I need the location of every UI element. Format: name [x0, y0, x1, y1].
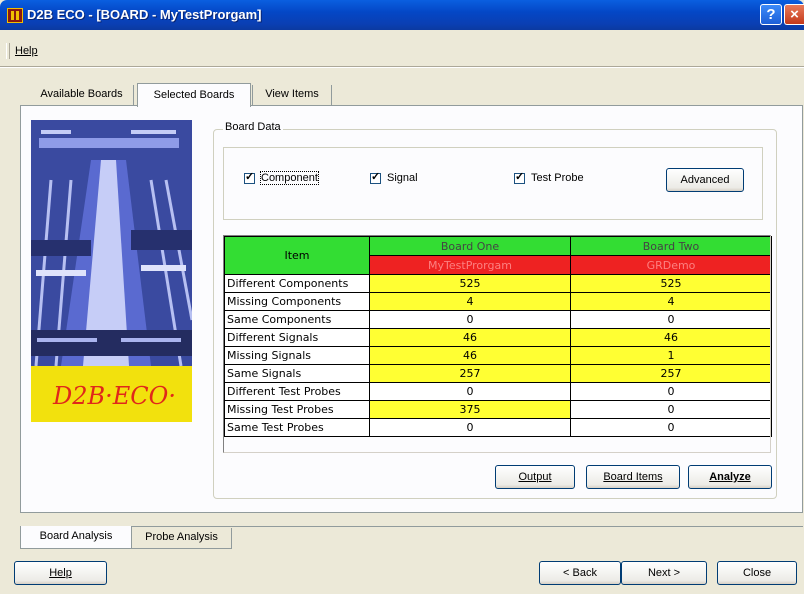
board-two-value: 0 [570, 310, 772, 329]
analyze-button[interactable]: Analyze [688, 465, 772, 489]
row-label: Missing Components [224, 292, 370, 311]
window-title: D2B ECO - [BOARD - MyTestProrgam] [27, 7, 262, 22]
item-header: Item [224, 236, 370, 275]
component-checkbox-label: Component [260, 171, 319, 185]
tab-view-items[interactable]: View Items [252, 85, 332, 105]
row-label: Same Components [224, 310, 370, 329]
board-one-name: MyTestProrgam [369, 255, 571, 275]
board-two-value: 1 [570, 346, 772, 365]
test-probe-checkbox[interactable]: Test Probe [514, 170, 584, 185]
menu-help[interactable]: Help [15, 45, 38, 57]
board-two-header: Board Two [570, 236, 772, 256]
next-button[interactable]: Next > [621, 561, 707, 585]
comparison-table: Item Board One Board Two MyTestProrgam G… [224, 236, 772, 437]
tab-selected-boards[interactable]: Selected Boards [137, 83, 251, 107]
help-button-label: Help [49, 567, 72, 579]
board-two-value: 4 [570, 292, 772, 311]
signal-checkbox-label: Signal [387, 172, 418, 184]
output-button-label: Output [518, 471, 552, 483]
board-one-header: Board One [369, 236, 571, 256]
table-row: Same Components 0 0 [224, 310, 772, 329]
tab-probe-analysis[interactable]: Probe Analysis [132, 528, 232, 549]
board-two-name: GRDemo [570, 255, 772, 275]
component-checkbox[interactable]: Component [244, 170, 319, 185]
row-label: Same Test Probes [224, 418, 370, 437]
checkbox-box[interactable] [244, 170, 255, 184]
table-row: Different Components 525 525 [224, 274, 772, 293]
row-label: Different Components [224, 274, 370, 293]
close-button[interactable]: Close [717, 561, 797, 585]
table-row: Same Signals 257 257 [224, 364, 772, 383]
d2b-eco-logo: D2B·ECO· [52, 382, 176, 410]
menu-help-label: Help [15, 45, 38, 57]
tab-available-boards[interactable]: Available Boards [30, 85, 134, 105]
table-row: Different Test Probes 0 0 [224, 382, 772, 401]
menu-separator [0, 66, 804, 68]
help-title-button[interactable]: ? [760, 4, 782, 25]
board-data-legend: Board Data [223, 121, 283, 133]
board-one-value: 4 [369, 292, 571, 311]
board-items-button-label: Board Items [603, 471, 663, 483]
menu-grip [6, 43, 10, 59]
board-two-value: 46 [570, 328, 772, 347]
checkbox-box[interactable] [370, 170, 381, 184]
board-one-value: 375 [369, 400, 571, 419]
advanced-button[interactable]: Advanced [666, 168, 744, 192]
bottom-tab-line [20, 526, 803, 527]
board-two-value: 257 [570, 364, 772, 383]
row-label: Missing Test Probes [224, 400, 370, 419]
svg-text:D2B·ECO·: D2B·ECO· [52, 382, 176, 410]
table-row: Different Signals 46 46 [224, 328, 772, 347]
board-one-value: 525 [369, 274, 571, 293]
title-bar[interactable]: D2B ECO - [BOARD - MyTestProrgam] ? × [0, 0, 804, 30]
signal-checkbox[interactable]: Signal [370, 170, 418, 185]
board-one-value: 257 [369, 364, 571, 383]
row-label: Different Signals [224, 328, 370, 347]
tab-board-analysis[interactable]: Board Analysis [20, 526, 132, 549]
menu-bar: Help [0, 30, 804, 68]
board-picture: D2B·ECO· [31, 120, 192, 422]
logo-band: D2B·ECO· [31, 366, 192, 422]
help-button[interactable]: Help [14, 561, 107, 585]
circuit-graphic [31, 120, 192, 366]
board-one-value: 0 [369, 418, 571, 437]
table-row: Same Test Probes 0 0 [224, 418, 772, 437]
row-label: Missing Signals [224, 346, 370, 365]
board-one-value: 46 [369, 346, 571, 365]
table-row: Missing Test Probes 375 0 [224, 400, 772, 419]
board-two-value: 0 [570, 400, 772, 419]
back-button[interactable]: < Back [539, 561, 621, 585]
table-row: Missing Components 4 4 [224, 292, 772, 311]
close-window-button[interactable]: × [784, 4, 804, 25]
row-label: Different Test Probes [224, 382, 370, 401]
row-label: Same Signals [224, 364, 370, 383]
board-one-value: 0 [369, 382, 571, 401]
table-row: Missing Signals 46 1 [224, 346, 772, 365]
app-icon [7, 8, 23, 23]
board-two-value: 525 [570, 274, 772, 293]
board-one-value: 0 [369, 310, 571, 329]
board-two-value: 0 [570, 382, 772, 401]
output-button[interactable]: Output [495, 465, 575, 489]
board-two-value: 0 [570, 418, 772, 437]
test-probe-checkbox-label: Test Probe [531, 172, 584, 184]
analyze-button-label: Analyze [709, 471, 751, 483]
board-items-button[interactable]: Board Items [586, 465, 680, 489]
board-one-value: 46 [369, 328, 571, 347]
checkbox-box[interactable] [514, 170, 525, 184]
